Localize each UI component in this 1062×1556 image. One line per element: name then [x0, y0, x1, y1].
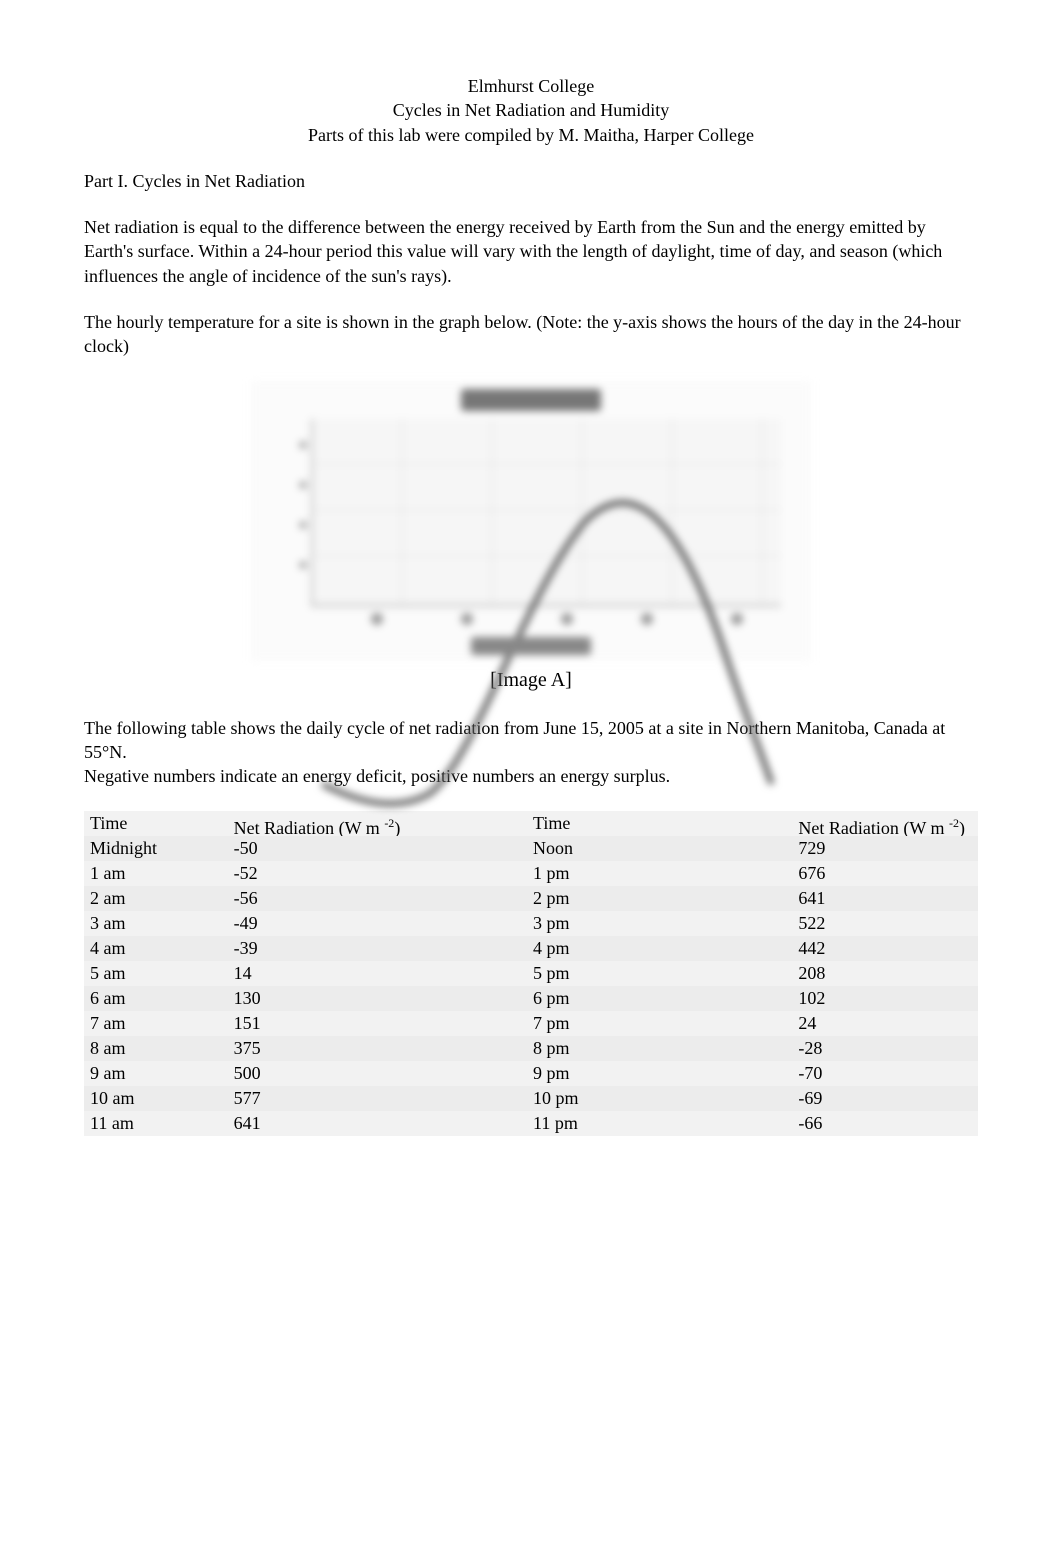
table-row: 24 — [792, 1011, 978, 1036]
table-row: 130 — [228, 986, 527, 1011]
x-tick — [731, 613, 743, 625]
table-row: 676 — [792, 861, 978, 886]
section-title: Part I. Cycles in Net Radiation — [84, 169, 978, 193]
y-tick — [299, 561, 307, 569]
table-row: 8 am — [84, 1036, 228, 1061]
table-row: 7 pm — [527, 1011, 792, 1036]
table-row: 2 am — [84, 886, 228, 911]
table-row: -49 — [228, 911, 527, 936]
header-exp: -2 — [949, 816, 959, 830]
table-row: -28 — [792, 1036, 978, 1061]
temperature-graph — [251, 381, 811, 661]
table-header-value-right: Net Radiation (W m -2) — [792, 811, 978, 836]
header-line-3: Parts of this lab were compiled by M. Ma… — [84, 123, 978, 147]
table-row: -56 — [228, 886, 527, 911]
table-row: 102 — [792, 986, 978, 1011]
table-row: 2 pm — [527, 886, 792, 911]
table-row: 375 — [228, 1036, 527, 1061]
paragraph-intro: Net radiation is equal to the difference… — [84, 215, 978, 288]
y-tick — [299, 441, 307, 449]
x-tick — [461, 613, 473, 625]
table-row: 5 am — [84, 961, 228, 986]
table-row: 3 am — [84, 911, 228, 936]
table-row: 6 am — [84, 986, 228, 1011]
graph-xlabel-blur — [471, 637, 591, 655]
header-prefix: Net Radiation (W m — [798, 818, 949, 838]
table-row: 500 — [228, 1061, 527, 1086]
table-row: 4 am — [84, 936, 228, 961]
table-row: 641 — [228, 1111, 527, 1136]
table-row: 151 — [228, 1011, 527, 1036]
header-line-2: Cycles in Net Radiation and Humidity — [84, 98, 978, 122]
paragraph-graph-note: The hourly temperature for a site is sho… — [84, 310, 978, 359]
table-row: -66 — [792, 1111, 978, 1136]
col-time-left: Time Midnight 1 am 2 am 3 am 4 am 5 am 6… — [84, 811, 228, 1136]
table-row: 9 pm — [527, 1061, 792, 1086]
table-row: 6 pm — [527, 986, 792, 1011]
table-row: 7 am — [84, 1011, 228, 1036]
y-tick — [299, 521, 307, 529]
table-header-time-left: Time — [84, 811, 228, 836]
x-tick — [371, 613, 383, 625]
table-row: 729 — [792, 836, 978, 861]
table-row: 442 — [792, 936, 978, 961]
graph-container — [84, 381, 978, 661]
document-header: Elmhurst College Cycles in Net Radiation… — [84, 74, 978, 147]
table-row: Midnight — [84, 836, 228, 861]
header-suffix: ) — [959, 818, 965, 838]
graph-title-blur — [461, 389, 601, 411]
table-row: 4 pm — [527, 936, 792, 961]
table-row: 11 pm — [527, 1111, 792, 1136]
table-row: 11 am — [84, 1111, 228, 1136]
table-row: 8 pm — [527, 1036, 792, 1061]
x-tick — [561, 613, 573, 625]
table-row: 5 pm — [527, 961, 792, 986]
header-line-1: Elmhurst College — [84, 74, 978, 98]
table-row: 9 am — [84, 1061, 228, 1086]
table-row: -70 — [792, 1061, 978, 1086]
table-row: -69 — [792, 1086, 978, 1111]
table-row: 10 pm — [527, 1086, 792, 1111]
table-row: 522 — [792, 911, 978, 936]
table-row: 10 am — [84, 1086, 228, 1111]
table-row: 577 — [228, 1086, 527, 1111]
table-row: 1 am — [84, 861, 228, 886]
table-row: 3 pm — [527, 911, 792, 936]
col-value-right: Net Radiation (W m -2) 729 676 641 522 4… — [792, 811, 978, 1136]
graph-plot-area — [311, 419, 781, 607]
table-row: 14 — [228, 961, 527, 986]
y-tick — [299, 481, 307, 489]
table-row: 641 — [792, 886, 978, 911]
table-row: 208 — [792, 961, 978, 986]
x-tick — [641, 613, 653, 625]
table-row: -39 — [228, 936, 527, 961]
